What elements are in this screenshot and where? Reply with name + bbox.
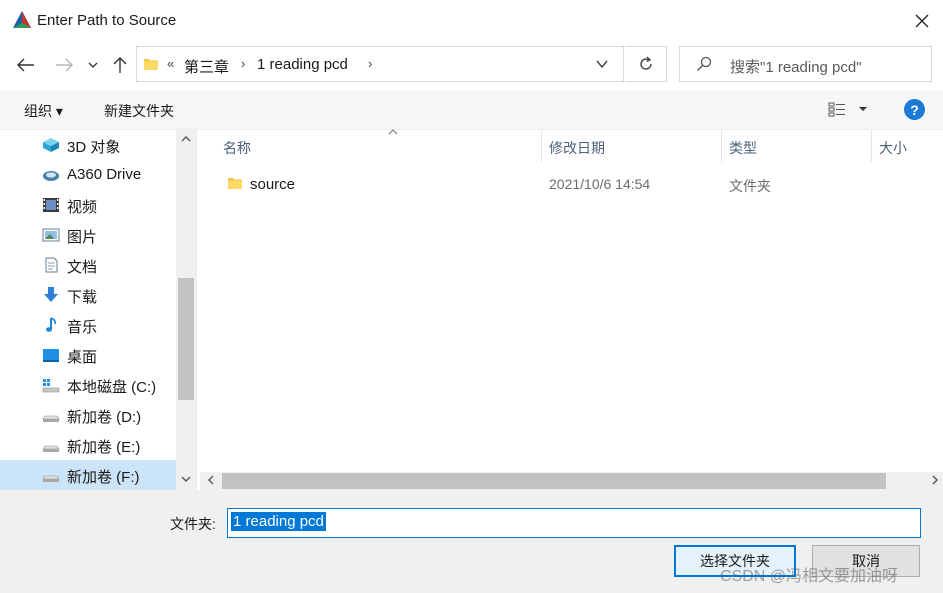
sidebar-item-label: 下载 [67,289,98,306]
sidebar-item-drive-d[interactable]: 新加卷 (D:) [0,400,176,430]
sidebar-item-desktop[interactable]: 桌面 [0,340,176,370]
file-list-horizontal-scrollbar[interactable] [200,472,943,490]
sidebar-item-label: 新加卷 (D:) [67,409,142,426]
sidebar-item-label: 文档 [67,259,98,276]
search-icon [697,56,712,71]
file-name: source [250,176,296,193]
file-type: 文件夹 [729,178,771,194]
sidebar-item-label: 本地磁盘 (C:) [67,379,157,396]
sidebar-item-a360-drive[interactable]: A360 Drive [0,160,176,190]
watermark: CSDN @冯相文要加油呀 [720,568,899,585]
sidebar-item-local-disk-c[interactable]: 本地磁盘 (C:) [0,370,176,400]
forward-button[interactable] [52,53,76,77]
search-input[interactable]: 搜索"1 reading pcd" [730,56,862,77]
organize-menu[interactable]: 组织 ▾ [24,101,63,121]
download-icon [44,287,58,302]
sidebar-item-label: 新加卷 (E:) [67,439,141,456]
breadcrumb-item[interactable]: 第三章 [184,56,229,77]
breadcrumb-separator[interactable]: › [241,56,245,71]
cloud-drive-icon [43,171,59,181]
sidebar-item-drive-e[interactable]: 新加卷 (E:) [0,430,176,460]
folder-icon [228,178,242,189]
search-box[interactable]: 搜索"1 reading pcd" [679,46,932,82]
drive-icon [42,475,60,482]
new-folder-button[interactable]: 新建文件夹 [104,101,174,121]
folder-name-label: 文件夹: [170,516,216,532]
sidebar-item-label: 图片 [67,229,98,246]
breadcrumb-separator[interactable]: › [368,56,372,71]
sidebar-item-label: 桌面 [67,349,98,366]
documents-icon [45,257,58,273]
scroll-down-icon[interactable] [180,474,192,484]
arrow-up-icon [113,57,127,73]
sidebar-item-drive-f[interactable]: 新加卷 (F:) [0,460,176,490]
3d-objects-icon [43,138,59,152]
address-dropdown-icon[interactable] [595,57,609,71]
sidebar-item-label: 3D 对象 [67,139,121,156]
drive-icon [42,415,60,422]
refresh-icon [639,56,652,70]
arrow-right-icon [56,58,73,72]
sort-ascending-icon [388,129,398,135]
sidebar-item-downloads[interactable]: 下载 [0,280,176,310]
help-icon[interactable]: ? [904,99,925,120]
video-icon [43,198,59,212]
sidebar-item-label: 视频 [67,199,98,216]
scroll-up-icon[interactable] [180,134,192,144]
music-icon [46,317,56,332]
sidebar-item-pictures[interactable]: 图片 [0,220,176,250]
dialog-footer: 文件夹: 1 reading pcd 选择文件夹 取消 CSDN @冯相文要加油… [0,490,943,593]
up-button[interactable] [108,53,132,77]
view-dropdown-icon[interactable] [858,104,868,114]
scroll-right-icon[interactable] [930,474,940,486]
desktop-icon [43,349,59,362]
refresh-button[interactable] [625,46,667,82]
window-title: Enter Path to Source [37,12,177,29]
file-row[interactable]: source 2021/10/6 14:54 文件夹 [220,170,920,198]
breadcrumb-item[interactable]: 1 reading pcd [257,56,348,73]
sidebar-item-3d-objects[interactable]: 3D 对象 [0,130,176,160]
file-modified-date: 2021/10/6 14:54 [549,176,651,192]
sidebar-item-label: 新加卷 (F:) [67,469,140,486]
address-bar[interactable]: « 第三章 › 1 reading pcd › [136,46,624,82]
sidebar-item-label: 音乐 [67,319,98,336]
pictures-icon [42,228,60,242]
close-button[interactable] [904,6,940,36]
sidebar-item-documents[interactable]: 文档 [0,250,176,280]
column-header-modified[interactable]: 修改日期 [541,130,721,162]
drive-icon [42,445,60,452]
folder-name-input[interactable]: 1 reading pcd [227,508,921,538]
sidebar-item-music[interactable]: 音乐 [0,310,176,340]
column-header-size[interactable]: 大小 [871,130,943,162]
local-disk-icon [42,379,60,393]
arrow-left-icon [17,58,34,72]
address-overflow[interactable]: « [167,56,174,71]
recent-locations-button[interactable] [83,53,103,77]
app-logo-icon [13,11,31,28]
navigation-pane: 3D 对象 A360 Drive 视频 图片 文档 下载 音乐 桌面 本地磁盘 … [0,130,197,490]
horizontal-scroll-thumb[interactable] [222,473,886,489]
close-icon [915,14,929,28]
title-bar: Enter Path to Source [0,0,943,42]
column-header-type[interactable]: 类型 [721,130,871,162]
column-header-name[interactable]: 名称 [215,129,541,162]
sidebar-item-label: A360 Drive [67,166,142,183]
back-button[interactable] [14,53,38,77]
folder-name-value[interactable]: 1 reading pcd [231,512,326,531]
sidebar-scroll-thumb[interactable] [178,278,194,400]
folder-icon [144,59,158,70]
file-list: 名称 修改日期 类型 大小 source 2021/10/6 14:54 文件夹 [200,129,943,490]
sidebar-scrollbar[interactable] [176,130,196,490]
chevron-down-icon [88,62,98,68]
command-toolbar: 组织 ▾ 新建文件夹 [0,90,943,130]
sidebar-item-videos[interactable]: 视频 [0,190,176,220]
scroll-left-icon[interactable] [206,474,216,486]
view-options-icon[interactable] [828,101,846,117]
